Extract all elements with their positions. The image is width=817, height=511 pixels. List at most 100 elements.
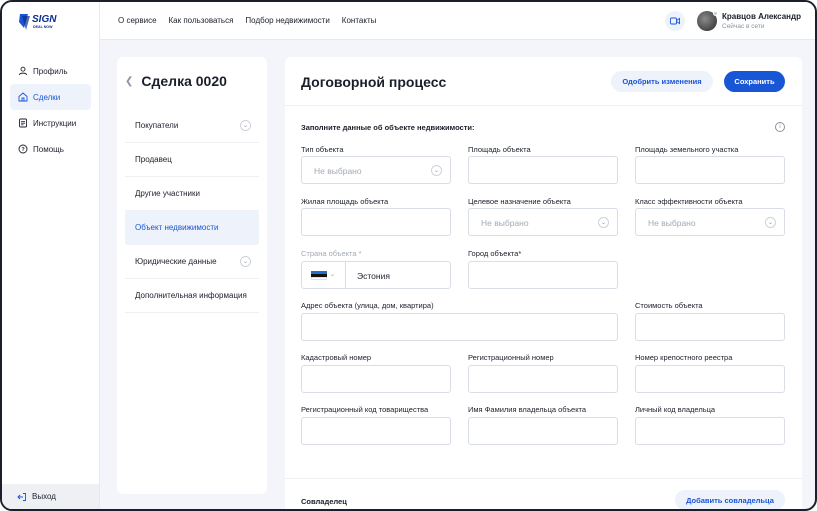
user-status: Сейчас в сети xyxy=(722,23,765,30)
owner-name-input[interactable] xyxy=(468,417,618,445)
sidebar-item-deals[interactable]: Сделки xyxy=(10,84,91,110)
land-area-label: Площадь земельного участка xyxy=(635,145,739,154)
contract-process-panel: Договорной процесс Одобрить изменения Со… xyxy=(285,57,802,509)
registration-input[interactable] xyxy=(468,365,618,393)
partnership-code-input[interactable] xyxy=(301,417,451,445)
video-call-button[interactable] xyxy=(665,11,685,31)
deal-steps: Покупатели ⌄ Продавец Другие участники О… xyxy=(125,109,259,313)
sidebar-item-label: Помощь xyxy=(33,144,64,154)
cadastral-input[interactable] xyxy=(301,365,451,393)
chevron-down-icon[interactable]: ⌄ xyxy=(240,120,251,131)
select-value: Не выбрано xyxy=(314,166,362,176)
divider xyxy=(285,478,802,479)
city-label: Город объекта* xyxy=(468,249,522,258)
partnership-code-label: Регистрационный код товарищества xyxy=(301,405,429,414)
owner-name-label: Имя Фамилия владельца объекта xyxy=(468,405,587,414)
nav-link-contacts[interactable]: Контакты xyxy=(342,16,377,25)
sidebar-item-label: Инструкции xyxy=(33,118,77,128)
sidebar-item-label: Профиль xyxy=(33,66,68,76)
efficiency-class-select[interactable]: Не выбрано ⌄ xyxy=(635,208,785,236)
price-input[interactable] xyxy=(635,313,785,341)
select-value: Не выбрано xyxy=(648,218,696,228)
chevron-down-icon: ⌄ xyxy=(431,165,442,176)
step-label: Объект недвижимости xyxy=(135,223,219,232)
step-label: Другие участники xyxy=(135,189,200,198)
land-registry-input[interactable] xyxy=(635,365,785,393)
chevron-down-icon: ⌄ xyxy=(598,217,609,228)
deal-title: ❮ Сделка 0020 xyxy=(125,73,227,89)
price-label: Стоимость объекта xyxy=(635,301,703,310)
purpose-label: Целевое назначение объекта xyxy=(468,197,571,206)
step-seller[interactable]: Продавец xyxy=(125,143,259,177)
page-title: Договорной процесс xyxy=(301,74,447,90)
nav-link-property-search[interactable]: Подбор недвижимости xyxy=(245,16,329,25)
step-other-participants[interactable]: Другие участники xyxy=(125,177,259,211)
logout-label: Выход xyxy=(32,492,56,501)
country-select[interactable]: ⌄ Эстония xyxy=(301,261,451,289)
step-property-object[interactable]: Объект недвижимости xyxy=(125,211,259,245)
object-type-label: Тип объекта xyxy=(301,145,344,154)
chevron-down-icon[interactable]: ⌄ xyxy=(330,271,335,278)
signdealnow-logo[interactable]: SIGN DEAL NOW xyxy=(18,10,70,32)
logout-icon xyxy=(17,492,26,501)
step-label: Юридические данные xyxy=(135,257,217,266)
add-co-owner-button[interactable]: Добавить совладельца xyxy=(675,490,785,509)
sidebar: SIGN DEAL NOW Профиль Сделки Инструкции … xyxy=(2,2,100,509)
deal-steps-panel: ❮ Сделка 0020 Покупатели ⌄ Продавец Друг… xyxy=(117,57,267,494)
step-legal-data[interactable]: Юридические данные ⌄ xyxy=(125,245,259,279)
approve-changes-button[interactable]: Одобрить изменения xyxy=(611,71,713,92)
object-area-label: Площадь объекта xyxy=(468,145,531,154)
owner-code-label: Личный код владельца xyxy=(635,405,716,414)
purpose-select[interactable]: Не выбрано ⌄ xyxy=(468,208,618,236)
logout-button[interactable]: Выход xyxy=(2,484,99,509)
video-camera-icon xyxy=(670,17,680,25)
chevron-down-icon: ⌄ xyxy=(765,217,776,228)
owner-code-input[interactable] xyxy=(635,417,785,445)
address-label: Адрес объекта (улица, дом, квартира) xyxy=(301,301,434,310)
step-buyers[interactable]: Покупатели ⌄ xyxy=(125,109,259,143)
home-icon xyxy=(18,92,28,102)
address-input[interactable] xyxy=(301,313,618,341)
chevron-down-icon[interactable]: ⌄ xyxy=(240,256,251,267)
deal-title-text: Сделка 0020 xyxy=(141,73,227,89)
nav-link-about[interactable]: О сервисе xyxy=(118,16,157,25)
top-nav: О сервисе Как пользоваться Подбор недвиж… xyxy=(118,16,376,25)
estonia-flag-icon xyxy=(311,271,327,280)
land-area-input[interactable] xyxy=(635,156,785,184)
help-icon: ? xyxy=(18,144,28,154)
step-label: Дополнительная информация xyxy=(135,291,247,300)
info-icon[interactable]: i xyxy=(775,122,785,132)
step-label: Покупатели xyxy=(135,121,179,130)
svg-text:DEAL NOW: DEAL NOW xyxy=(33,25,53,29)
sidebar-item-label: Сделки xyxy=(33,92,61,102)
land-registry-label: Номер крепостного реестра xyxy=(635,353,733,362)
efficiency-class-label: Класс эффективности объекта xyxy=(635,197,743,206)
co-owner-title: Совладелец xyxy=(301,497,347,506)
cadastral-label: Кадастровый номер xyxy=(301,353,372,362)
living-area-input[interactable] xyxy=(301,208,451,236)
object-type-select[interactable]: Не выбрано ⌄ xyxy=(301,156,451,184)
app-window: SIGN DEAL NOW Профиль Сделки Инструкции … xyxy=(0,0,817,511)
object-area-input[interactable] xyxy=(468,156,618,184)
divider xyxy=(345,262,346,288)
svg-text:?: ? xyxy=(21,147,25,153)
country-label: Страна объекта * xyxy=(301,249,362,258)
user-name[interactable]: Кравцов Александр xyxy=(722,12,801,21)
country-value: Эстония xyxy=(357,271,390,281)
living-area-label: Жилая площадь объекта xyxy=(301,197,389,206)
back-chevron-icon[interactable]: ❮ xyxy=(125,76,133,87)
select-value: Не выбрано xyxy=(481,218,529,228)
nav-link-how-to-use[interactable]: Как пользоваться xyxy=(169,16,234,25)
sidebar-item-profile[interactable]: Профиль xyxy=(10,58,91,84)
save-button[interactable]: Сохранить xyxy=(724,71,785,92)
svg-text:SIGN: SIGN xyxy=(32,14,57,25)
sidebar-nav: Профиль Сделки Инструкции ? Помощь xyxy=(10,58,91,162)
step-additional-info[interactable]: Дополнительная информация xyxy=(125,279,259,313)
top-header: О сервисе Как пользоваться Подбор недвиж… xyxy=(100,2,815,40)
sidebar-item-help[interactable]: ? Помощь xyxy=(10,136,91,162)
registration-label: Регистрационный номер xyxy=(468,353,554,362)
document-icon xyxy=(19,118,27,128)
sidebar-item-instructions[interactable]: Инструкции xyxy=(10,110,91,136)
online-status-dot xyxy=(713,11,718,16)
city-input[interactable] xyxy=(468,261,618,289)
